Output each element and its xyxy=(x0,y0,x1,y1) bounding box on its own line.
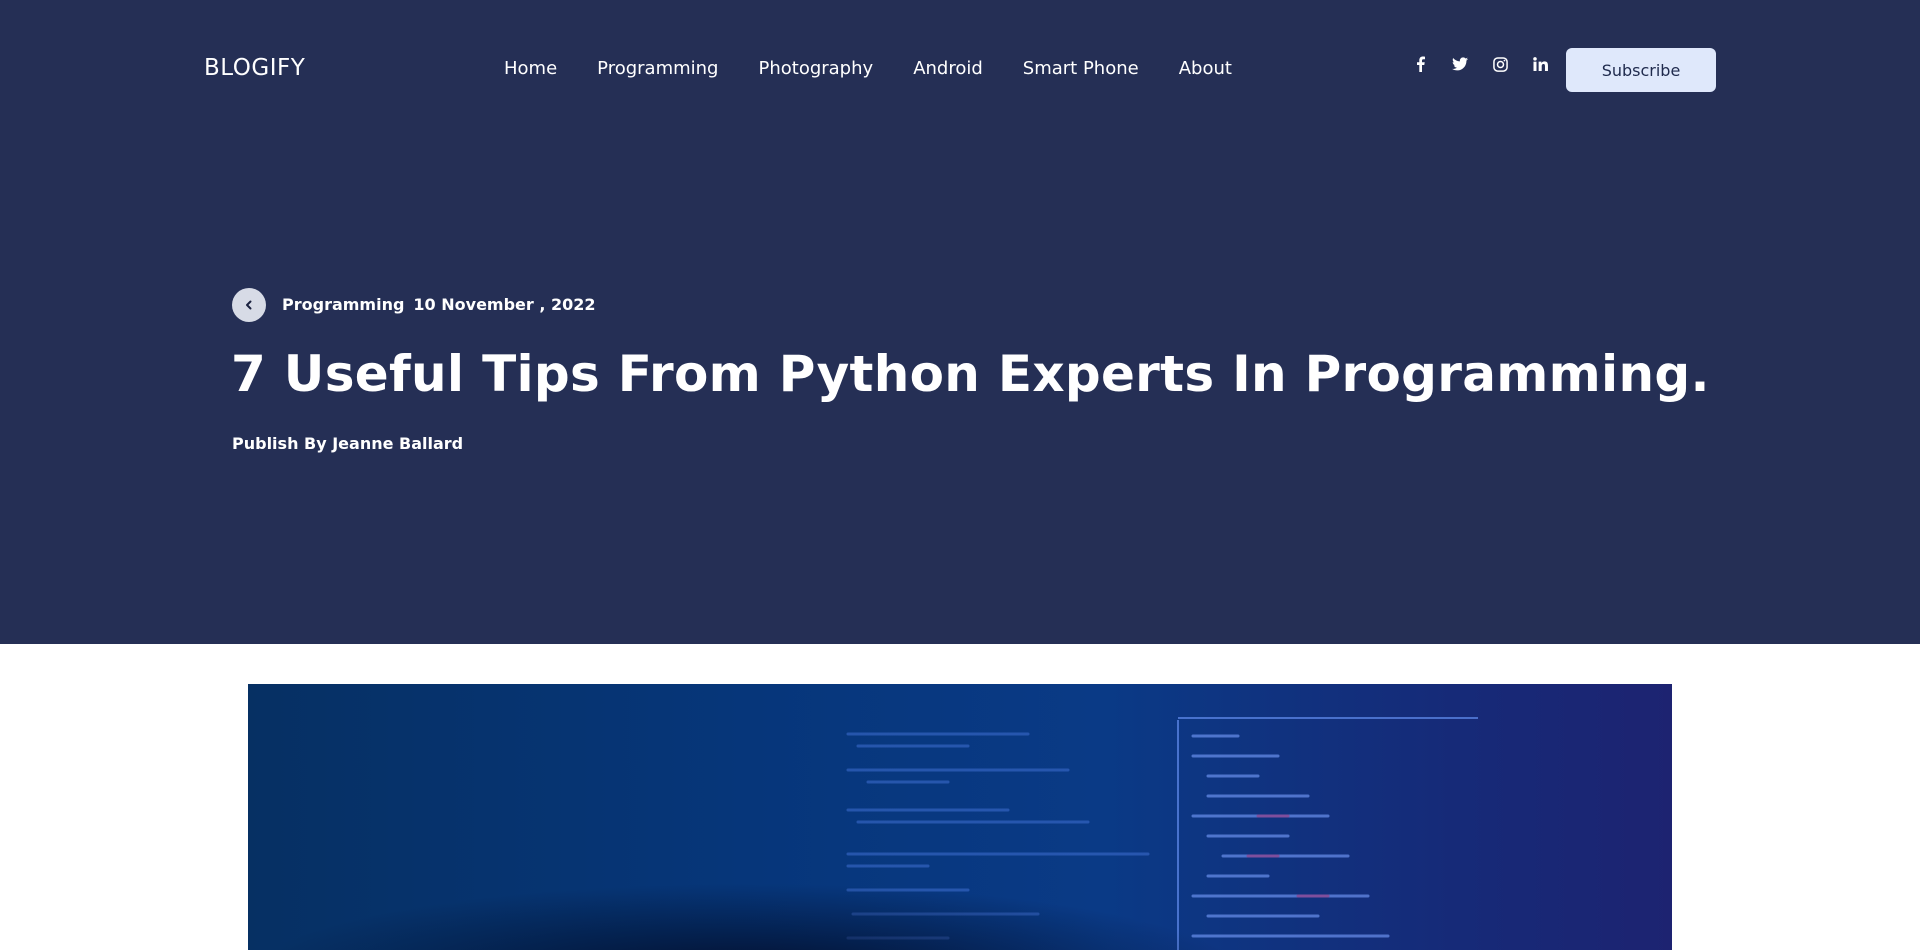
code-screen-graphic xyxy=(248,684,1672,950)
hero-section: BLOGIFY Home Programming Photography And… xyxy=(0,0,1920,644)
main-nav: Home Programming Photography Android Sma… xyxy=(504,58,1232,79)
nav-about[interactable]: About xyxy=(1179,58,1232,79)
back-button[interactable] xyxy=(232,288,266,322)
subscribe-button[interactable]: Subscribe xyxy=(1566,48,1716,92)
nav-home[interactable]: Home xyxy=(504,58,557,79)
facebook-icon[interactable] xyxy=(1412,56,1428,72)
featured-image xyxy=(248,684,1672,950)
instagram-icon[interactable] xyxy=(1492,56,1508,72)
nav-programming[interactable]: Programming xyxy=(597,58,718,79)
post-date: 10 November , 2022 xyxy=(413,295,596,314)
linkedin-icon[interactable] xyxy=(1532,56,1548,72)
post-category[interactable]: Programming xyxy=(282,295,404,314)
nav-android[interactable]: Android xyxy=(913,58,983,79)
social-links xyxy=(1412,56,1548,72)
chevron-left-icon xyxy=(246,300,252,310)
twitter-icon[interactable] xyxy=(1452,56,1468,72)
site-logo[interactable]: BLOGIFY xyxy=(204,55,305,81)
post-title: 7 Useful Tips From Python Experts In Pro… xyxy=(231,345,1710,403)
nav-photography[interactable]: Photography xyxy=(758,58,873,79)
nav-smart-phone[interactable]: Smart Phone xyxy=(1023,58,1139,79)
post-author: Publish By Jeanne Ballard xyxy=(232,434,464,453)
post-meta: Programming 10 November , 2022 xyxy=(282,295,596,314)
